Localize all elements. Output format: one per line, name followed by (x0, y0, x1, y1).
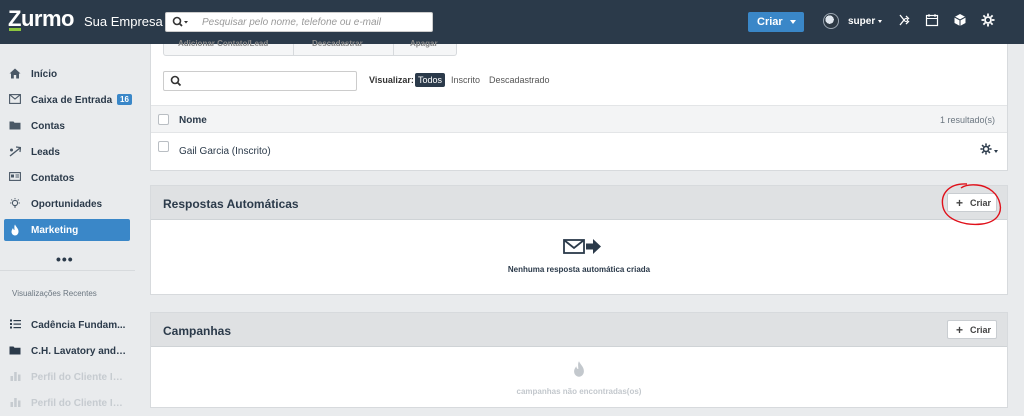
recent-item[interactable]: C.H. Lavatory and ... (4, 340, 130, 362)
chart-icon (9, 397, 21, 409)
inbox-icon (8, 94, 22, 106)
sidebar-item-label: Oportunidades (31, 199, 103, 210)
divider (293, 44, 294, 55)
view-filter-unsubscribed[interactable]: Descadastrado (486, 73, 553, 87)
chevron-down-icon (790, 20, 796, 24)
delete-button[interactable]: Apagar (410, 39, 438, 48)
lightbulb-icon (8, 198, 22, 210)
section-header: Campanhas + Criar (151, 313, 1007, 347)
list-icon (9, 319, 21, 331)
marketing-list-members-panel: Adicionar Contato/Lead Descadastrar Apag… (150, 39, 1008, 171)
search-placeholder: Pesquisar pelo nome, telefone ou e-mail (202, 17, 381, 28)
sidebar-item-inbox[interactable]: Caixa de Entrada 16 (4, 89, 132, 111)
annotation-circle (941, 183, 1002, 226)
unsubscribe-button[interactable]: Descadastrar (312, 39, 363, 48)
create-button-label: Criar (757, 16, 783, 28)
button-label: Criar (970, 325, 992, 335)
avatar[interactable] (823, 13, 839, 29)
sidebar-item-contacts[interactable]: Contatos (4, 167, 130, 189)
sidebar-item-label: Início (31, 69, 58, 80)
view-filter-label: Visualizar: (369, 75, 414, 85)
sidebar-item-opportunities[interactable]: Oportunidades (4, 193, 130, 215)
sidebar-item-label: Marketing (31, 225, 79, 236)
add-contact-lead-button[interactable]: Adicionar Contato/Lead (178, 39, 268, 48)
divider (393, 44, 394, 55)
user-menu[interactable]: super (848, 16, 875, 27)
mission-icon[interactable] (896, 13, 912, 29)
recent-item-label: C.H. Lavatory and ... (31, 346, 127, 357)
sidebar-item-label: Caixa de Entrada (31, 95, 113, 106)
section-title: Campanhas (163, 324, 232, 338)
view-filter-all[interactable]: Todos (415, 73, 446, 87)
result-count: 1 resultado(s) (939, 115, 995, 125)
flame-icon (8, 224, 22, 236)
email-forward-icon (563, 237, 603, 263)
home-icon (8, 68, 22, 80)
sidebar-item-leads[interactable]: Leads (4, 141, 130, 163)
divider (0, 270, 135, 271)
chevron-down-icon[interactable] (994, 150, 998, 153)
unread-count-badge: 16 (117, 94, 132, 105)
table-row[interactable]: Gail Garcia (Inscrito) (179, 146, 271, 157)
recent-item[interactable]: Perfil do Cliente Id... (4, 366, 130, 388)
section-header: Respostas Automáticas + Criar (151, 186, 1007, 220)
sidebar: Início Caixa de Entrada 16 Contas Leads … (0, 44, 135, 416)
empty-state-text: campanhas não encontradas(os) (516, 387, 642, 396)
recent-item-label: Cadência Fundam... (31, 320, 126, 331)
recent-item[interactable]: Perfil do Cliente Id... (4, 392, 130, 414)
box-icon[interactable] (952, 13, 968, 29)
sidebar-item-home[interactable]: Início (4, 63, 130, 85)
row-actions-gear-icon[interactable] (980, 143, 992, 158)
sidebar-item-label: Contatos (31, 173, 75, 184)
top-header: Zurmo Sua Empresa Pesquisar pelo nome, t… (0, 0, 1024, 44)
create-button[interactable]: Criar (748, 12, 804, 32)
view-filter-subscribed[interactable]: Inscrito (448, 73, 483, 87)
folder-icon (8, 120, 22, 132)
sidebar-item-accounts[interactable]: Contas (4, 115, 130, 137)
list-search-input[interactable] (163, 71, 357, 91)
recent-item[interactable]: Cadência Fundam... (4, 314, 130, 336)
recent-item-label: Perfil do Cliente Id... (31, 398, 127, 409)
column-header-name[interactable]: Nome (179, 115, 207, 126)
recent-item-label: Perfil do Cliente Id... (31, 372, 127, 383)
autoresponders-panel: Respostas Automáticas + Criar Nenhuma re… (150, 185, 1008, 295)
recent-views-heading: Visualizações Recentes (12, 289, 97, 298)
company-name: Sua Empresa (84, 14, 163, 29)
logo[interactable]: Zurmo (8, 6, 74, 32)
table-header: Nome 1 resultado(s) (151, 105, 1007, 133)
section-title: Respostas Automáticas (163, 197, 299, 211)
gear-icon[interactable] (980, 13, 996, 29)
folder-icon (9, 345, 21, 357)
select-all-checkbox[interactable] (158, 114, 169, 125)
sidebar-item-marketing[interactable]: Marketing (4, 219, 130, 241)
sidebar-item-label: Contas (31, 121, 65, 132)
chart-icon (9, 371, 21, 383)
empty-state-text: Nenhuma resposta automática criada (507, 265, 651, 274)
user-menu-chevron-icon[interactable] (878, 20, 882, 23)
sidebar-item-label: Leads (31, 147, 60, 158)
list-toolbar: Adicionar Contato/Lead Descadastrar Apag… (163, 39, 457, 56)
row-checkbox[interactable] (158, 141, 169, 152)
flame-icon (572, 360, 586, 384)
logo-underline (9, 28, 21, 31)
search-icon[interactable] (172, 16, 192, 28)
leads-icon (8, 146, 22, 158)
calendar-icon[interactable] (924, 13, 940, 29)
search-icon (170, 75, 182, 90)
global-search-input[interactable]: Pesquisar pelo nome, telefone ou e-mail (165, 12, 433, 32)
plus-icon: + (956, 323, 964, 337)
contact-card-icon (8, 172, 22, 184)
create-campaign-button[interactable]: + Criar (947, 320, 997, 339)
campaigns-panel: Campanhas + Criar campanhas não encontra… (150, 312, 1008, 408)
more-modules-button[interactable]: ••• (56, 251, 74, 267)
